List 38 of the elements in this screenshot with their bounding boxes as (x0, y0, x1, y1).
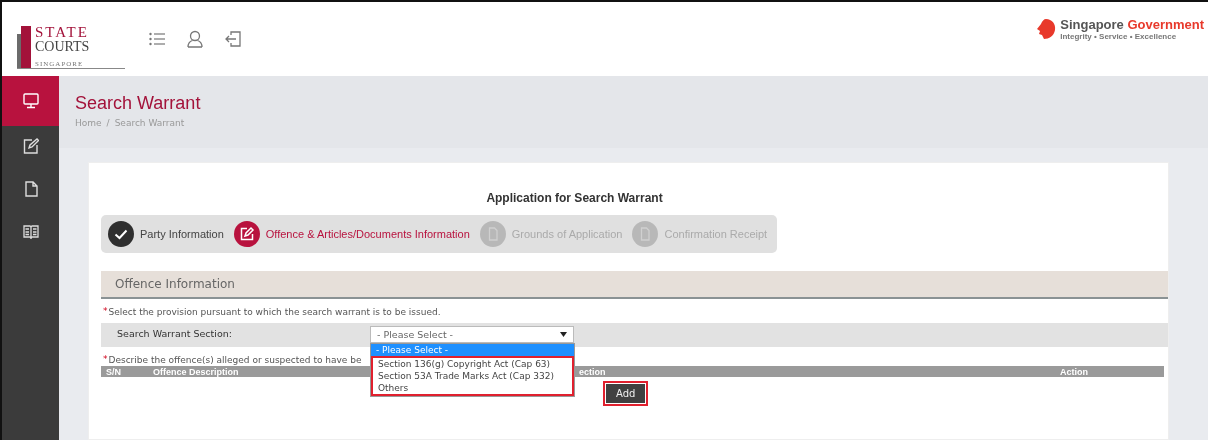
book-icon (22, 224, 39, 240)
section-header: Offence Information (101, 271, 1168, 299)
government-name: Singapore Government (1060, 18, 1204, 32)
government-tagline: Integrity • Service • Excellence (1060, 31, 1178, 41)
document-icon (22, 181, 39, 197)
column-header: Offence Description (153, 366, 239, 377)
list-icon[interactable] (149, 32, 165, 46)
logo-title: COURTS (35, 39, 90, 54)
page-title: Search Warrant (75, 93, 202, 114)
column-header: ection (579, 366, 606, 377)
breadcrumb-separator: / (106, 118, 110, 128)
instruction-text: Describe the offence(s) alleged or suspected to have be (108, 355, 362, 365)
step-item[interactable]: Party Information (108, 221, 224, 247)
add-button[interactable]: Add (605, 383, 647, 404)
document-icon (632, 221, 659, 247)
form-title: Application for Search Warrant (485, 191, 664, 205)
logo-title: STATE (35, 24, 90, 40)
column-header: Action (1060, 366, 1088, 377)
user-icon[interactable] (187, 30, 203, 48)
instruction-text: Select the provision pursuant to which the search warrant is to be issued. (108, 307, 441, 317)
sidebar-item[interactable] (2, 76, 59, 126)
caret-icon (560, 332, 567, 337)
dropdown-option[interactable]: Others (373, 382, 572, 394)
dropdown-option[interactable]: Section 53A Trade Marks Act (Cap 332) (373, 370, 572, 382)
step-item[interactable]: Offence & Articles/Documents Information (233, 221, 470, 247)
required-marker: * (103, 355, 108, 364)
required-marker: * (103, 307, 108, 316)
check-icon (108, 221, 134, 247)
section-dropdown[interactable]: - Please Select - (370, 326, 574, 343)
lion-head-icon (1036, 18, 1057, 41)
document-icon (479, 221, 506, 247)
dropdown-option[interactable]: Section 136(g) Copyright Act (Cap 63) (373, 358, 572, 370)
sign-out-icon[interactable] (225, 31, 241, 47)
edit-icon (22, 138, 39, 154)
monitor-icon (22, 93, 39, 109)
edit-icon (233, 221, 260, 247)
column-header: S/N (106, 366, 121, 377)
field-label: Search Warrant Section: (116, 327, 233, 339)
